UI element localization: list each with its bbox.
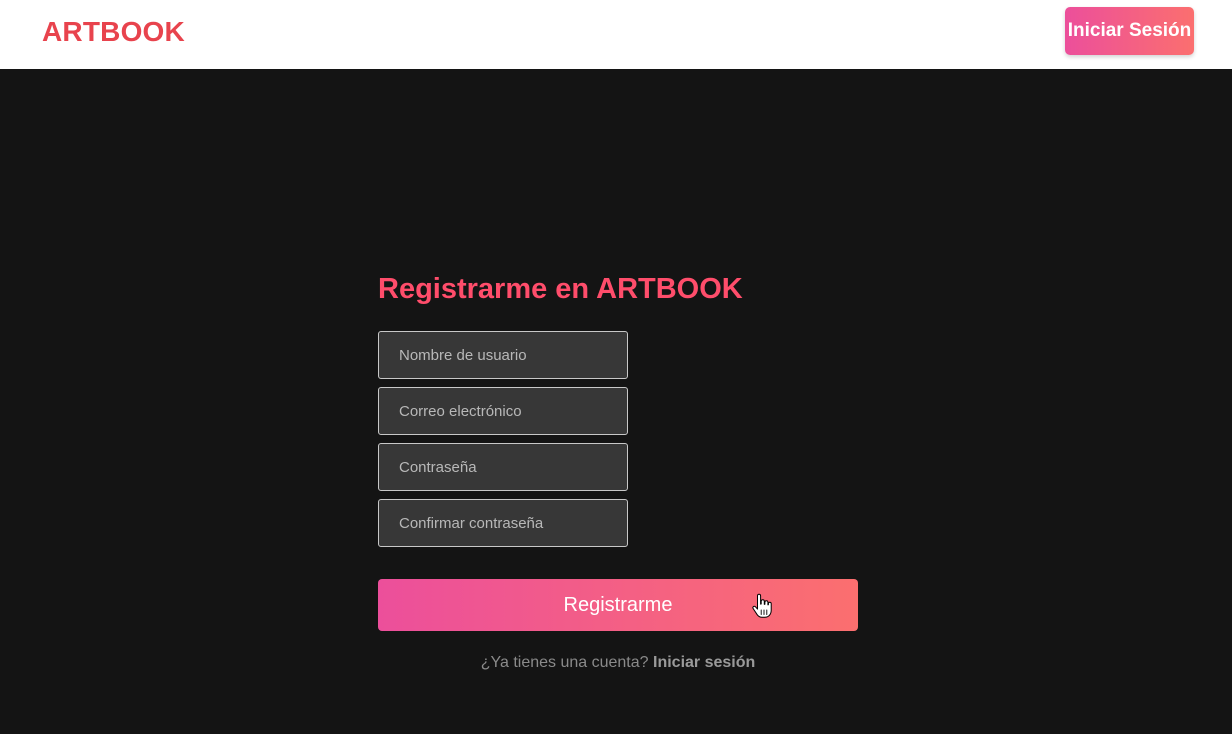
- register-button[interactable]: Registrarme: [378, 579, 858, 631]
- brand-logo[interactable]: ARTBOOK: [42, 15, 185, 49]
- email-field[interactable]: [378, 387, 628, 435]
- login-prompt: ¿Ya tienes una cuenta? Iniciar sesión: [378, 654, 858, 672]
- hand-pointer-icon: [752, 593, 772, 618]
- top-navbar: ARTBOOK Iniciar Sesión: [0, 0, 1232, 69]
- password-field[interactable]: [378, 443, 628, 491]
- login-prompt-text: ¿Ya tienes una cuenta?: [480, 654, 649, 671]
- page-title: Registrarme en ARTBOOK: [378, 273, 743, 305]
- username-field[interactable]: [378, 331, 628, 379]
- login-link[interactable]: Iniciar sesión: [653, 654, 755, 671]
- login-button[interactable]: Iniciar Sesión: [1065, 7, 1194, 55]
- confirm-password-field[interactable]: [378, 499, 628, 547]
